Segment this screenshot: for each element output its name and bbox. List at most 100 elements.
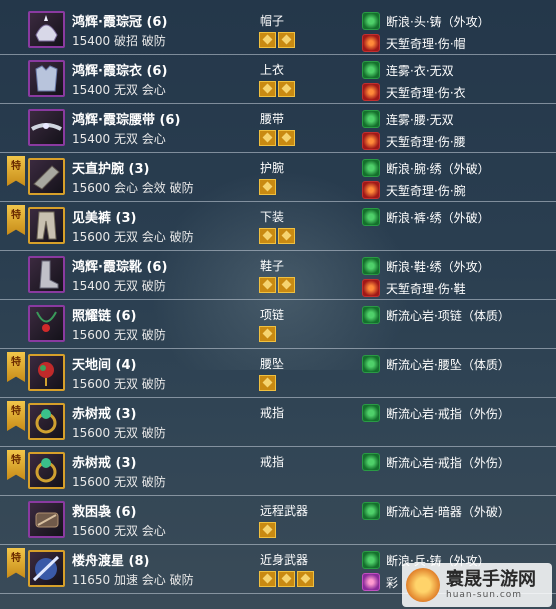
effect-entry[interactable]: 断流心岩·项链（体质） bbox=[362, 305, 510, 325]
gem-icon[interactable] bbox=[259, 81, 276, 97]
enchant-green-icon bbox=[362, 12, 380, 30]
enchant-green-icon bbox=[362, 502, 380, 520]
belt-icon[interactable] bbox=[28, 109, 65, 146]
enchant-red-icon bbox=[362, 132, 380, 150]
gem-icon[interactable] bbox=[278, 571, 295, 587]
gem-slots bbox=[259, 375, 276, 391]
armor-icon[interactable] bbox=[28, 60, 65, 97]
gem-icon[interactable] bbox=[259, 522, 276, 538]
gem-icon[interactable] bbox=[259, 375, 276, 391]
enchant-green-icon bbox=[362, 257, 380, 275]
effect-entry[interactable]: 天堑奇理·伤·衣 bbox=[362, 82, 466, 102]
enchant-green-icon bbox=[362, 110, 380, 128]
gem-icon[interactable] bbox=[259, 228, 276, 244]
enchant-green-icon bbox=[362, 208, 380, 226]
item-stats: 15400 破招 破防 bbox=[72, 34, 166, 48]
effect-label: 天堑奇理·伤·衣 bbox=[386, 85, 466, 100]
gem-icon[interactable] bbox=[278, 32, 295, 48]
effect-entry[interactable]: 断浪·头·铸（外攻） bbox=[362, 11, 490, 31]
necklace-icon[interactable] bbox=[28, 305, 65, 342]
item-slot: 护腕 bbox=[260, 161, 285, 175]
ranged-weapon-icon[interactable] bbox=[28, 501, 65, 538]
watermark-url: huan-sun.com bbox=[446, 590, 523, 600]
gem-icon[interactable] bbox=[259, 277, 276, 293]
equipment-row[interactable]: 特 天直护腕 (3) 15600 会心 会效 破防 护腕 断浪·腕·绣（外破） 天堑奇理·… bbox=[0, 153, 556, 202]
effect-entry[interactable]: 断流心岩·暗器（外破） bbox=[362, 501, 510, 521]
effect-entry[interactable]: 断流心岩·戒指（外伤） bbox=[362, 452, 510, 472]
gem-icon[interactable] bbox=[297, 571, 314, 587]
effect-entry[interactable]: 断浪·腕·绣（外破） bbox=[362, 158, 490, 178]
item-slot: 鞋子 bbox=[260, 259, 285, 273]
equipment-row[interactable]: 鸿辉·霞琮冠 (6) 15400 破招 破防 帽子 断浪·头·铸（外攻） 天堑奇理·伤·… bbox=[0, 6, 556, 55]
effect-entry[interactable]: 天堑奇理·伤·鞋 bbox=[362, 278, 466, 298]
equipment-list: 鸿辉·霞琮冠 (6) 15400 破招 破防 帽子 断浪·头·铸（外攻） 天堑奇理·伤·… bbox=[0, 0, 556, 609]
watermark-logo-icon bbox=[406, 568, 440, 602]
gem-icon[interactable] bbox=[278, 277, 295, 293]
item-stats: 11650 加速 会心 破防 bbox=[72, 573, 194, 587]
equipment-row[interactable]: 鸿辉·霞琮腰带 (6) 15400 无双 会心 腰带 连雾·腰·无双 天堑奇理·伤·腰 bbox=[0, 104, 556, 153]
effect-label: 断流心岩·戒指（外伤） bbox=[386, 406, 510, 421]
gem-icon[interactable] bbox=[259, 326, 276, 342]
effect-label: 断浪·腕·绣（外破） bbox=[386, 161, 490, 176]
special-tag-badge: 特 bbox=[7, 156, 25, 186]
effect-label: 连雾·衣·无双 bbox=[386, 63, 454, 78]
effect-entry[interactable]: 断流心岩·戒指（外伤） bbox=[362, 403, 510, 423]
enchant-green-icon bbox=[362, 306, 380, 324]
gem-slots bbox=[259, 130, 295, 146]
item-slot: 远程武器 bbox=[260, 504, 309, 518]
effect-label: 断浪·裤·绣（外破） bbox=[386, 210, 490, 225]
effect-entry[interactable]: 天堑奇理·伤·帽 bbox=[362, 33, 466, 53]
bracer-icon[interactable] bbox=[28, 158, 65, 195]
ring-icon[interactable] bbox=[28, 403, 65, 440]
effect-entry[interactable]: 断浪·鞋·绣（外攻） bbox=[362, 256, 490, 276]
item-stats: 15400 无双 会心 bbox=[72, 132, 166, 146]
enchant-red-icon bbox=[362, 279, 380, 297]
item-name: 照耀链 (6) bbox=[72, 309, 137, 324]
equipment-row[interactable]: 鸿辉·霞琮靴 (6) 15400 无双 破防 鞋子 断浪·鞋·绣（外攻） 天堑奇理·伤·… bbox=[0, 251, 556, 300]
item-stats: 15400 无双 破防 bbox=[72, 279, 166, 293]
watermark-title: 寰晟手游网 bbox=[446, 569, 536, 590]
equipment-row[interactable]: 特 赤树戒 (3) 15600 无双 破防 戒指 断流心岩·戒指（外伤） bbox=[0, 447, 556, 496]
item-name: 鸿辉·霞琮冠 (6) bbox=[72, 15, 168, 30]
gem-icon[interactable] bbox=[278, 130, 295, 146]
gem-slots bbox=[259, 571, 314, 587]
item-stats: 15600 无双 破防 bbox=[72, 426, 166, 440]
effect-entry[interactable]: 断流心岩·腰坠（体质） bbox=[362, 354, 510, 374]
item-stats: 15600 无双 会心 破防 bbox=[72, 230, 194, 244]
item-stats: 15600 无双 破防 bbox=[72, 328, 166, 342]
special-tag-badge: 特 bbox=[7, 352, 25, 382]
equipment-row[interactable]: 鸿辉·霞琮衣 (6) 15400 无双 会心 上衣 连雾·衣·无双 天堑奇理·伤·衣 bbox=[0, 55, 556, 104]
gem-icon[interactable] bbox=[259, 571, 276, 587]
item-stats: 15600 无双 破防 bbox=[72, 377, 166, 391]
gem-icon[interactable] bbox=[259, 130, 276, 146]
equipment-row[interactable]: 特 天地间 (4) 15600 无双 破防 腰坠 断流心岩·腰坠（体质） bbox=[0, 349, 556, 398]
gem-icon[interactable] bbox=[259, 179, 276, 195]
item-name: 鸿辉·霞琮靴 (6) bbox=[72, 260, 168, 275]
ring-icon[interactable] bbox=[28, 452, 65, 489]
gem-slots bbox=[259, 228, 295, 244]
pants-icon[interactable] bbox=[28, 207, 65, 244]
equipment-row[interactable]: 救困袅 (6) 15600 无双 会心 远程武器 断流心岩·暗器（外破） bbox=[0, 496, 556, 545]
boots-icon[interactable] bbox=[28, 256, 65, 293]
equipment-row[interactable]: 照耀链 (6) 15600 无双 破防 项链 断流心岩·项链（体质） bbox=[0, 300, 556, 349]
effect-entry[interactable]: 天堑奇理·伤·腕 bbox=[362, 180, 466, 200]
equipment-row[interactable]: 特 见美裤 (3) 15600 无双 会心 破防 下装 断浪·裤·绣（外破） bbox=[0, 202, 556, 251]
gem-icon[interactable] bbox=[259, 32, 276, 48]
special-tag-badge: 特 bbox=[7, 401, 25, 431]
gem-icon[interactable] bbox=[278, 228, 295, 244]
melee-weapon-icon[interactable] bbox=[28, 550, 65, 587]
helmet-icon[interactable] bbox=[28, 11, 65, 48]
item-stats: 15600 无双 破防 bbox=[72, 475, 166, 489]
pendant-icon[interactable] bbox=[28, 354, 65, 391]
gem-icon[interactable] bbox=[278, 81, 295, 97]
special-tag-badge: 特 bbox=[7, 548, 25, 578]
effect-entry[interactable]: 天堑奇理·伤·腰 bbox=[362, 131, 466, 151]
effect-entry[interactable]: 彩 bbox=[362, 572, 398, 592]
effect-entry[interactable]: 连雾·腰·无双 bbox=[362, 109, 454, 129]
equipment-row[interactable]: 特 赤树戒 (3) 15600 无双 破防 戒指 断流心岩·戒指（外伤） bbox=[0, 398, 556, 447]
effect-entry[interactable]: 断浪·裤·绣（外破） bbox=[362, 207, 490, 227]
item-slot: 下装 bbox=[260, 210, 285, 224]
effect-entry[interactable]: 连雾·衣·无双 bbox=[362, 60, 454, 80]
item-name: 天直护腕 (3) bbox=[72, 162, 150, 177]
enchant-pink-icon bbox=[362, 573, 380, 591]
